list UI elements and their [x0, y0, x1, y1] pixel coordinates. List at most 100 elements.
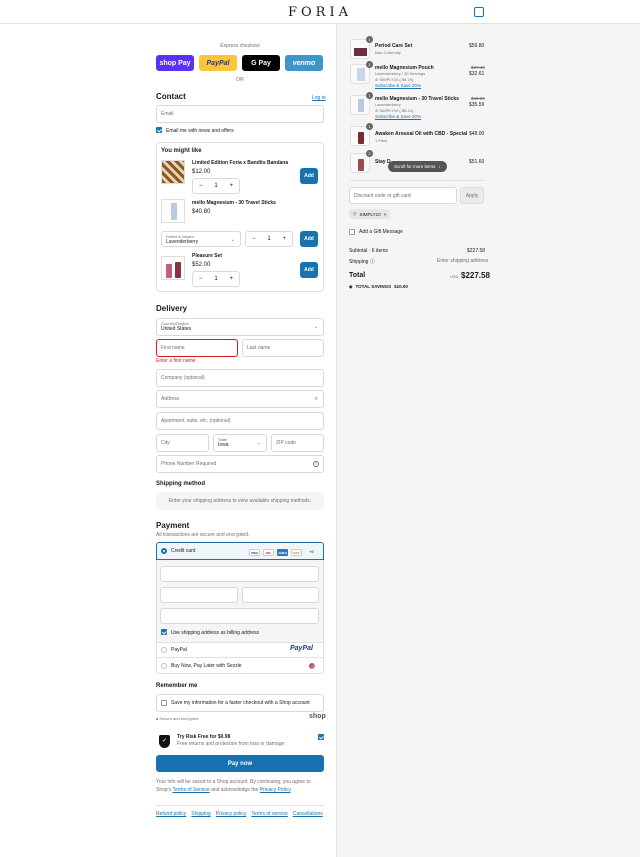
total-savings: ◈ TOTAL SAVINGS $10.00 — [349, 284, 408, 289]
name-on-card-input[interactable] — [160, 608, 319, 624]
cart-item-discount-3: ⊘ SIMPLY10 (-$5.21) — [375, 108, 414, 113]
cart-item-discount-2: ⊘ SIMPLY10 (-$4.76) — [375, 77, 414, 82]
add-button-1[interactable]: Add — [300, 168, 318, 184]
header: FORIA — [0, 0, 640, 24]
visa-icon: VISA — [249, 549, 260, 556]
help-icon[interactable]: ⓘ — [370, 259, 375, 265]
zip-input[interactable]: ZIP code — [271, 434, 324, 452]
pay-now-button[interactable]: Pay now — [156, 755, 324, 772]
variant-select[interactable]: Select a variant Lavenderberry ⌄ — [161, 231, 241, 247]
address-input[interactable]: Address ⌕ — [156, 390, 324, 408]
security-code-input[interactable] — [242, 587, 319, 603]
minus-icon[interactable]: − — [252, 236, 256, 242]
paypal-logo: PayPal — [290, 645, 313, 652]
country-select[interactable]: Country/Region United States ⌄ — [156, 318, 324, 336]
city-input[interactable]: City — [156, 434, 209, 452]
legal-text: Your info will be saved to a Shop accoun… — [156, 779, 311, 793]
cart-item-old-price-2: $37.40 — [471, 65, 485, 70]
qty-badge-1: 1 — [366, 36, 373, 43]
pleasure-set-image — [161, 256, 185, 280]
subscribe-link-3[interactable]: Subscribe & Save 20% — [375, 114, 421, 119]
plus-icon[interactable]: + — [229, 276, 233, 282]
minus-icon[interactable]: − — [199, 276, 203, 282]
tag-icon: ◈ — [349, 284, 353, 289]
shipping-value: Enter shipping address — [437, 258, 489, 264]
refund-policy-link[interactable]: Refund policy — [156, 811, 186, 817]
shield-icon: ✓ — [159, 735, 170, 748]
travel-sticks-image — [161, 199, 185, 223]
billing-same-label: Use shipping address as billing address — [171, 630, 260, 636]
express-checkout-title: Express checkout — [220, 43, 260, 49]
tag-icon: ◇ — [353, 211, 357, 216]
help-icon[interactable]: ? — [313, 461, 319, 467]
paypal-express-button[interactable]: PayPal — [199, 55, 237, 71]
shipping-method-title: Shipping method — [156, 481, 205, 487]
bandana-image — [161, 160, 185, 184]
qty-badge-2: 1 — [366, 61, 373, 68]
state-select[interactable]: State Iowa ⌄ — [213, 434, 267, 452]
paypal-radio[interactable] — [161, 647, 167, 653]
cart-item-old-price-3: $40.80 — [471, 96, 485, 101]
venmo-button[interactable]: venmo — [285, 55, 323, 71]
subscribe-link-2[interactable]: Subscribe & Save 20% — [375, 83, 421, 88]
news-label: Email me with news and offers — [166, 128, 234, 134]
apartment-input[interactable]: Apartment, suite, etc. (optional) — [156, 412, 324, 430]
quantity-stepper-3[interactable]: −1 + — [192, 271, 240, 287]
footer-divider — [156, 805, 324, 806]
minus-icon[interactable]: − — [199, 183, 203, 189]
close-icon[interactable]: × — [384, 212, 387, 217]
plus-icon[interactable]: + — [229, 183, 233, 189]
save-info-checkbox[interactable] — [161, 700, 167, 706]
add-button-3[interactable]: Add — [300, 262, 318, 278]
discount-tag: ◇ SIMPLY10 × — [349, 209, 391, 219]
sezzle-radio[interactable] — [161, 663, 167, 669]
gift-message-checkbox[interactable] — [349, 229, 355, 235]
amex-icon: AMEX — [277, 549, 288, 556]
cart-item-price-4: $48.00 — [469, 131, 485, 137]
cart-item-price-2: $32.61 — [469, 71, 485, 77]
card-number-input[interactable] — [160, 566, 319, 582]
shop-logo: shop — [309, 713, 326, 720]
protection-checkbox[interactable] — [318, 734, 324, 740]
quantity-stepper-2[interactable]: −1 + — [245, 231, 293, 247]
google-pay-button[interactable]: G Pay — [242, 55, 280, 71]
add-button-2[interactable]: Add — [300, 231, 318, 247]
shipping-link[interactable]: Shipping — [191, 811, 210, 817]
upsell-price-3: $52.00 — [192, 262, 211, 268]
last-name-input[interactable]: Last name — [242, 339, 324, 357]
chevron-down-icon: ⌄ — [256, 440, 261, 446]
upsell-name-2: mello Magnesium - 30 Travel Sticks — [192, 200, 276, 206]
foria-logo[interactable]: FORIA — [0, 5, 640, 20]
quantity-stepper-1[interactable]: −1 + — [192, 178, 240, 194]
scroll-hint-pill[interactable]: Scroll for more items ↓ — [388, 161, 447, 172]
shop-pay-button[interactable]: shop Pay — [156, 55, 194, 71]
shopping-bag-icon[interactable] — [474, 7, 484, 17]
company-input[interactable]: Company (optional) — [156, 369, 324, 387]
terms-of-service-footer-link[interactable]: Terms of service — [251, 811, 287, 817]
protection-subtitle: Free returns and protection from loss or… — [177, 741, 285, 747]
cancellations-link[interactable]: Cancellations — [293, 811, 323, 817]
news-checkbox[interactable] — [156, 127, 162, 133]
discount-code-input[interactable]: Discount code or gift card — [349, 187, 457, 204]
save-info-label: Save my information for a faster checkou… — [171, 700, 310, 706]
credit-card-radio[interactable] — [161, 548, 167, 554]
sezzle-label: Buy Now, Pay Later with Sezzle — [171, 663, 242, 669]
gift-message-label: Add a Gift Message — [359, 229, 403, 235]
expiration-input[interactable] — [160, 587, 238, 603]
cart-item-variant-1: Non-Coformity — [375, 50, 401, 55]
privacy-policy-link[interactable]: Privacy Policy — [260, 787, 291, 793]
apply-button[interactable]: Apply — [460, 187, 484, 204]
protection-title: Try Risk Free for $0.98 — [177, 734, 231, 740]
cart-item-variant-3: Lavenderberry — [375, 102, 401, 107]
payment-title: Payment — [156, 521, 190, 530]
terms-of-service-link[interactable]: Terms of Service — [172, 787, 209, 793]
phone-input[interactable]: Phone Number Required? — [156, 455, 324, 473]
login-link[interactable]: Log in — [312, 95, 326, 101]
email-input[interactable]: Email — [156, 105, 324, 123]
privacy-policy-footer-link[interactable]: Privacy policy — [216, 811, 247, 817]
billing-same-checkbox[interactable] — [161, 629, 167, 635]
plus-icon[interactable]: + — [282, 236, 286, 242]
arrow-down-icon: ↓ — [438, 164, 441, 169]
first-name-input[interactable]: First name — [156, 339, 238, 357]
cart-item-price-3: $35.59 — [469, 102, 485, 108]
